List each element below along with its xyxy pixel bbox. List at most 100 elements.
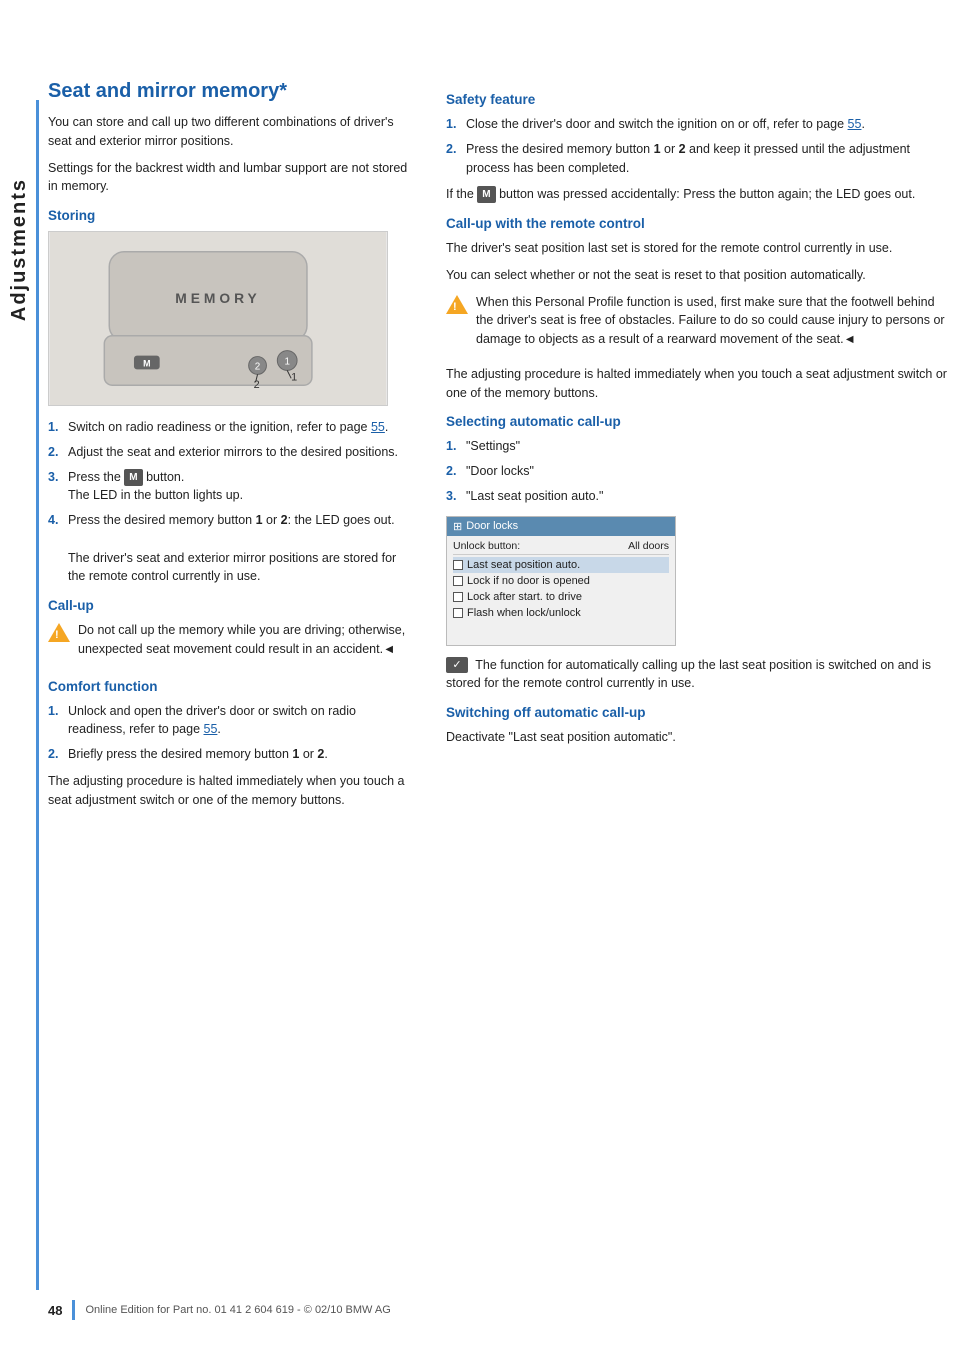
svg-text:MEMORY: MEMORY	[175, 290, 260, 306]
page-number: 48	[48, 1303, 62, 1318]
door-locks-icon: ⊞	[453, 520, 462, 533]
step-text: Briefly press the desired memory button …	[68, 745, 414, 764]
main-content: Seat and mirror memory* You can store an…	[48, 80, 954, 1350]
door-locks-title-bar: ⊞ Door locks	[447, 517, 675, 536]
footer-divider	[72, 1300, 75, 1320]
seat-illustration: MEMORY 1 2 M 2 1	[49, 232, 387, 405]
step-text: Adjust the seat and exterior mirrors to …	[68, 443, 414, 462]
unlock-label: Unlock button:	[453, 540, 520, 552]
step-num: 1.	[48, 418, 62, 437]
door-locks-item-1: Last seat position auto.	[467, 559, 580, 571]
sidebar-label: Adjustments	[0, 140, 38, 360]
svg-text:M: M	[143, 358, 150, 368]
step-num: 2.	[446, 140, 460, 178]
door-locks-row-3: Lock after start. to drive	[453, 589, 669, 605]
step-text: Close the driver's door and switch the i…	[466, 115, 954, 134]
step-text: "Settings"	[466, 437, 954, 456]
door-locks-screenshot: ⊞ Door locks Unlock button: All doors La…	[446, 516, 676, 646]
step-num: 3.	[446, 487, 460, 506]
door-locks-row-2: Lock if no door is opened	[453, 573, 669, 589]
selecting-step-3: 3. "Last seat position auto."	[446, 487, 954, 506]
switching-off-heading: Switching off automatic call-up	[446, 705, 954, 720]
safety-note: If the M button was pressed accidentally…	[446, 185, 954, 204]
door-locks-row-1: Last seat position auto.	[453, 557, 669, 573]
step-num: 2.	[48, 745, 62, 764]
comfort-note: The adjusting procedure is halted immedi…	[48, 772, 414, 810]
footer-text: Online Edition for Part no. 01 41 2 604 …	[85, 1304, 390, 1316]
step-num: 3.	[48, 468, 62, 506]
svg-text:2: 2	[255, 361, 261, 372]
checkmark-icon: ✓	[446, 657, 468, 673]
step-num: 1.	[446, 115, 460, 134]
remote-note: The adjusting procedure is halted immedi…	[446, 365, 954, 403]
storing-step-4: 4. Press the desired memory button 1 or …	[48, 511, 414, 586]
checkbox-4	[453, 608, 463, 618]
left-border-decoration	[36, 100, 39, 1290]
checkbox-1	[453, 560, 463, 570]
step-text: Press the desired memory button 1 or 2 a…	[466, 140, 954, 178]
safety-heading: Safety feature	[446, 92, 954, 107]
step-num: 4.	[48, 511, 62, 586]
svg-text:1: 1	[291, 371, 297, 383]
auto-callup-note: ✓ The function for automatically calling…	[446, 656, 954, 694]
step-num: 1.	[48, 702, 62, 740]
step-num: 1.	[446, 437, 460, 456]
callup-warning-box: Do not call up the memory while you are …	[48, 621, 414, 667]
step-text: Switch on radio readiness or the ignitio…	[68, 418, 414, 437]
step-text: Press the desired memory button 1 or 2: …	[68, 511, 414, 586]
step-num: 2.	[48, 443, 62, 462]
step-num: 2.	[446, 462, 460, 481]
door-locks-item-4: Flash when lock/unlock	[467, 607, 581, 619]
selecting-heading: Selecting automatic call-up	[446, 414, 954, 429]
storing-step-3: 3. Press the M button.The LED in the but…	[48, 468, 414, 506]
step-text: "Last seat position auto."	[466, 487, 954, 506]
door-locks-title: Door locks	[466, 520, 518, 532]
left-column: Seat and mirror memory* You can store an…	[48, 80, 438, 1350]
selecting-step-2: 2. "Door locks"	[446, 462, 954, 481]
door-locks-content: Unlock button: All doors Last seat posit…	[447, 536, 675, 625]
safety-step-2: 2. Press the desired memory button 1 or …	[446, 140, 954, 178]
page-footer: 48 Online Edition for Part no. 01 41 2 6…	[48, 1300, 954, 1320]
unlock-value: All doors	[628, 540, 669, 552]
remote-text-1: The driver's seat position last set is s…	[446, 239, 954, 258]
door-locks-item-3: Lock after start. to drive	[467, 591, 582, 603]
checkbox-2	[453, 576, 463, 586]
door-locks-item-2: Lock if no door is opened	[467, 575, 590, 587]
storing-step-2: 2. Adjust the seat and exterior mirrors …	[48, 443, 414, 462]
safety-step-1: 1. Close the driver's door and switch th…	[446, 115, 954, 134]
seat-image: MEMORY 1 2 M 2 1	[48, 231, 388, 406]
intro-text-2: Settings for the backrest width and lumb…	[48, 159, 414, 197]
m-button-inline: M	[124, 469, 142, 486]
intro-text-1: You can store and call up two different …	[48, 113, 414, 151]
step-text: "Door locks"	[466, 462, 954, 481]
comfort-step-1: 1. Unlock and open the driver's door or …	[48, 702, 414, 740]
door-locks-top-row: Unlock button: All doors	[453, 540, 669, 555]
m-button-safety: M	[477, 186, 495, 203]
selecting-step-1: 1. "Settings"	[446, 437, 954, 456]
right-column: Safety feature 1. Close the driver's doo…	[438, 80, 954, 1350]
remote-heading: Call-up with the remote control	[446, 216, 954, 231]
remote-warning-text: When this Personal Profile function is u…	[476, 293, 954, 349]
callup-heading: Call-up	[48, 598, 414, 613]
svg-text:1: 1	[284, 356, 290, 367]
callup-warning-text: Do not call up the memory while you are …	[78, 621, 414, 659]
page-link-55b[interactable]: 55	[204, 722, 218, 736]
storing-steps: 1. Switch on radio readiness or the igni…	[48, 418, 414, 586]
safety-steps: 1. Close the driver's door and switch th…	[446, 115, 954, 177]
selecting-steps: 1. "Settings" 2. "Door locks" 3. "Last s…	[446, 437, 954, 505]
comfort-steps: 1. Unlock and open the driver's door or …	[48, 702, 414, 764]
storing-step-1: 1. Switch on radio readiness or the igni…	[48, 418, 414, 437]
page-link-55a[interactable]: 55	[371, 420, 385, 434]
door-locks-row-4: Flash when lock/unlock	[453, 605, 669, 621]
comfort-heading: Comfort function	[48, 679, 414, 694]
comfort-step-2: 2. Briefly press the desired memory butt…	[48, 745, 414, 764]
warning-triangle-icon	[48, 623, 70, 642]
step-text: Unlock and open the driver's door or swi…	[68, 702, 414, 740]
checkbox-3	[453, 592, 463, 602]
switching-off-text: Deactivate "Last seat position automatic…	[446, 728, 954, 747]
remote-text-2: You can select whether or not the seat i…	[446, 266, 954, 285]
page-title: Seat and mirror memory*	[48, 80, 414, 103]
page-link-55c[interactable]: 55	[848, 117, 862, 131]
step-text: Press the M button.The LED in the button…	[68, 468, 414, 506]
svg-text:2: 2	[254, 379, 260, 391]
